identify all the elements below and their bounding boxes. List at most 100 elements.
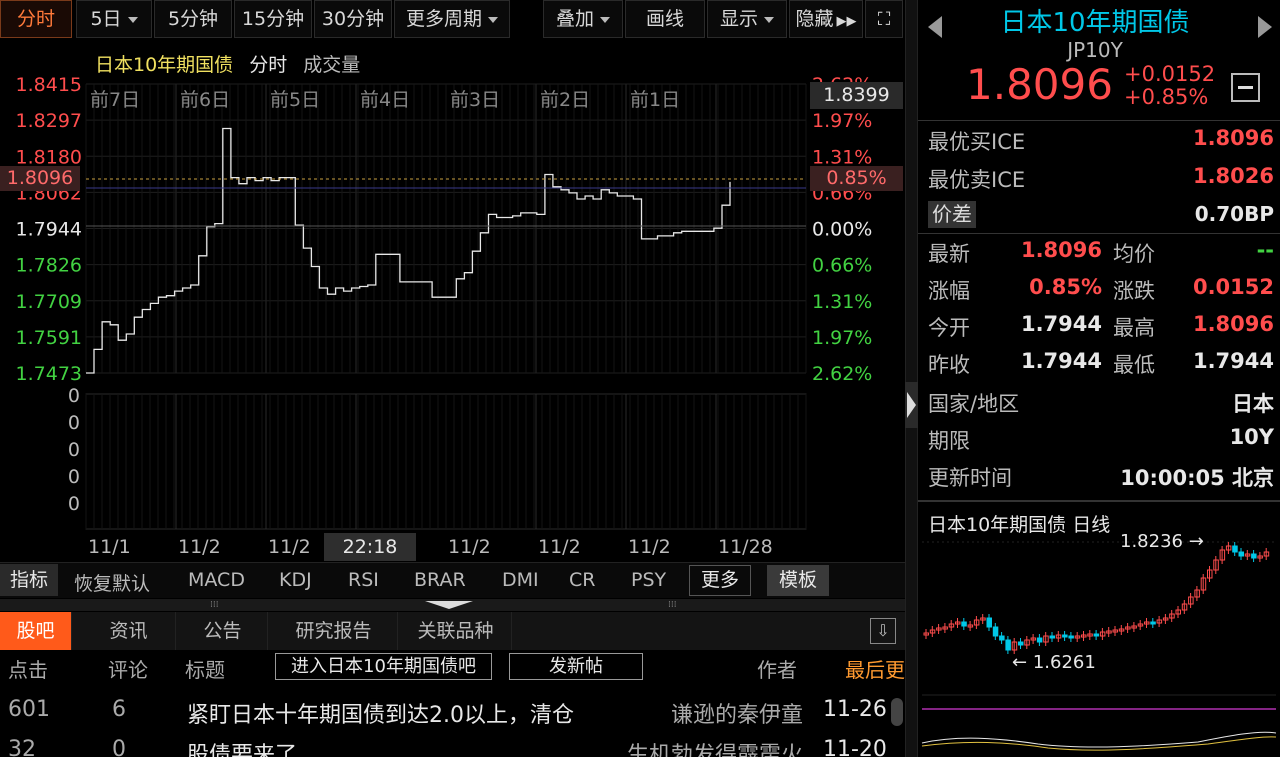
mini-candle <box>986 617 992 628</box>
enter-forum-button[interactable]: 进入日本10年期国债吧 <box>275 653 492 680</box>
forum-tab[interactable]: 公告 <box>178 612 268 650</box>
y-tick-right: 1.31% <box>812 291 872 313</box>
x-tick-label: 11/1 <box>88 536 131 558</box>
col-clicks: 点击 <box>8 658 48 682</box>
forum-row[interactable]: 32 0 股债要来了 生机勃发得霹雳火 11-20 <box>0 737 888 757</box>
mini-candle <box>999 635 1005 641</box>
y-tick-right: 1.31% <box>812 146 872 168</box>
update-value: 10:00:05 北京 <box>1120 466 1274 490</box>
post-comments: 6 <box>112 697 126 722</box>
day-label: 前2日 <box>540 89 590 111</box>
day-label: 前6日 <box>180 89 230 111</box>
y-tick-left: 1.8415 <box>16 74 82 96</box>
forum-tab[interactable]: 资讯 <box>82 612 176 650</box>
reset-default-button[interactable]: 恢复默认 <box>74 569 150 596</box>
day-labels: 前7日 前6日 前5日 前4日 前3日 前2日 前1日 <box>90 89 680 111</box>
more-indicators-button[interactable]: 更多 <box>689 565 751 596</box>
day-label: 前4日 <box>360 89 410 111</box>
indicator-tab-psy[interactable]: PSY <box>631 569 666 591</box>
instrument-name: 日本10年期国债 <box>1000 8 1190 38</box>
x-tick-label: 11/2 <box>448 536 491 558</box>
mini-low-tag: ← 1.6261 <box>1012 652 1096 673</box>
panel-sep <box>918 233 1280 234</box>
y-tick-left: 1.8297 <box>16 110 82 132</box>
indicator-tab-brar[interactable]: BRAR <box>414 569 466 591</box>
y-tick-right: 1.97% <box>812 110 872 132</box>
vertical-divider <box>905 0 918 757</box>
quote-value: 1.7944 <box>1020 312 1102 336</box>
quote-value: 1.7944 <box>1020 349 1102 373</box>
y-tick-left: 1.7591 <box>16 327 82 349</box>
scrollbar-thumb[interactable] <box>891 698 903 726</box>
next-instrument-icon[interactable] <box>1258 16 1272 38</box>
x-axis: 11/1 11/2 11/2 22:18 11/2 11/2 11/2 11/28 <box>0 533 905 561</box>
forum-tab[interactable]: 关联品种 <box>400 612 512 650</box>
day-label: 前3日 <box>450 89 500 111</box>
indicator-tab-cr[interactable]: CR <box>569 569 595 591</box>
mini-kline-chart[interactable] <box>918 530 1280 757</box>
x-tick-label: 11/28 <box>718 536 773 558</box>
indicator-tab-dmi[interactable]: DMI <box>502 569 539 591</box>
mini-candle <box>1238 551 1244 557</box>
post-author[interactable]: 谦逊的秦伊童 <box>600 697 803 729</box>
forum-tab[interactable]: 股吧 <box>0 612 72 650</box>
indicator-label[interactable]: 指标 <box>0 564 58 596</box>
post-title[interactable]: 股债要来了 <box>187 737 297 757</box>
template-button[interactable]: 模板 <box>767 565 829 596</box>
post-author[interactable]: 生机勃发得霹雳火 <box>600 737 803 757</box>
y-tick-left: 1.8180 <box>16 146 82 168</box>
price-line <box>86 127 731 374</box>
post-title[interactable]: 紧盯日本十年期国债到达2.0以上，清仓 <box>187 697 574 729</box>
collapse-arrow-icon[interactable] <box>425 601 473 609</box>
y-axis: 1.84151.82971.81801.80621.79441.78261.77… <box>16 74 873 385</box>
col-last: 最后更 <box>845 658 905 682</box>
best-buy-value: 1.8096 <box>1192 126 1274 150</box>
quote-value: 1.8096 <box>1192 312 1274 336</box>
volume-grid: 0 0 0 0 0 <box>68 385 807 530</box>
quote-label: 最新 <box>928 242 970 266</box>
col-author: 作者 <box>757 658 797 682</box>
chevron-right-icon <box>907 392 916 418</box>
quote-label: 最高 <box>1113 316 1155 340</box>
hover-price-tag: 1.8399 <box>810 82 903 109</box>
mini-candle <box>961 621 967 627</box>
y-tick-left: 1.7944 <box>16 219 82 241</box>
instrument-code: JP10Y <box>1067 38 1123 62</box>
price-pct: +0.85% <box>1124 85 1209 109</box>
mini-low-value: 1.6261 <box>1032 652 1096 673</box>
mini-candle <box>1005 639 1011 651</box>
volume-tick: 0 <box>68 412 80 434</box>
mini-candle <box>1150 621 1156 625</box>
forum-tab[interactable]: 研究报告 <box>270 612 398 650</box>
minus-button[interactable] <box>1231 73 1260 102</box>
mini-candle <box>1036 637 1043 643</box>
indicator-tab-macd[interactable]: MACD <box>188 569 245 591</box>
post-date: 11-26 <box>823 697 887 722</box>
x-tick-label: 11/2 <box>538 536 581 558</box>
mini-candle <box>1068 635 1074 639</box>
y-tick-left: 1.7826 <box>16 255 82 277</box>
quote-value: 0.0152 <box>1192 275 1274 299</box>
post-clicks: 601 <box>8 697 50 722</box>
quote-label: 今开 <box>928 316 970 340</box>
current-price-tag: 1.8096 <box>0 166 80 191</box>
col-comments: 评论 <box>108 658 148 682</box>
mini-candles <box>923 542 1270 654</box>
new-post-button[interactable]: 发新帖 <box>509 653 643 680</box>
forum-row[interactable]: 601 6 紧盯日本十年期国债到达2.0以上，清仓 谦逊的秦伊童 11-26 <box>0 697 888 731</box>
download-icon[interactable]: ⇩ <box>870 618 896 644</box>
x-tick-label: 11/2 <box>178 536 221 558</box>
mini-candle <box>992 626 999 637</box>
volume-tick: 0 <box>68 385 80 407</box>
term-value: 10Y <box>1229 425 1274 449</box>
price-change: +0.0152 <box>1124 62 1216 86</box>
volume-tick: 0 <box>68 439 80 461</box>
spread-value: 0.70BP <box>1194 202 1274 226</box>
indicator-tab-rsi[interactable]: RSI <box>348 569 379 591</box>
chart-grid <box>85 83 807 374</box>
mini-candle <box>1049 635 1055 639</box>
post-date: 11-20 <box>823 737 887 757</box>
indicator-tab-kdj[interactable]: KDJ <box>279 569 312 591</box>
prev-instrument-icon[interactable] <box>928 16 942 38</box>
post-clicks: 32 <box>8 737 36 757</box>
